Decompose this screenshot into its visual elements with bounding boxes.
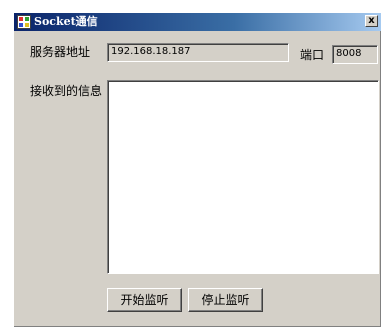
received-messages-textarea[interactable] <box>107 80 379 274</box>
app-window: Socket通信 x 服务器地址 192.168.18.187 端口 8008 … <box>14 13 381 327</box>
received-messages-label: 接收到的信息 <box>30 84 103 98</box>
close-button[interactable]: x <box>365 15 378 27</box>
start-listening-button[interactable]: 开始监听 <box>107 288 182 312</box>
application-icon[interactable] <box>17 15 31 29</box>
close-icon: x <box>368 15 375 26</box>
server-address-label: 服务器地址 <box>30 45 91 59</box>
stop-listening-button[interactable]: 停止监听 <box>188 288 263 312</box>
window-title: Socket通信 <box>34 15 98 28</box>
server-address-field[interactable]: 192.168.18.187 <box>107 43 289 62</box>
port-field[interactable]: 8008 <box>332 45 378 64</box>
port-label: 端口 <box>300 48 325 62</box>
title-bar[interactable]: Socket通信 x <box>14 13 381 31</box>
